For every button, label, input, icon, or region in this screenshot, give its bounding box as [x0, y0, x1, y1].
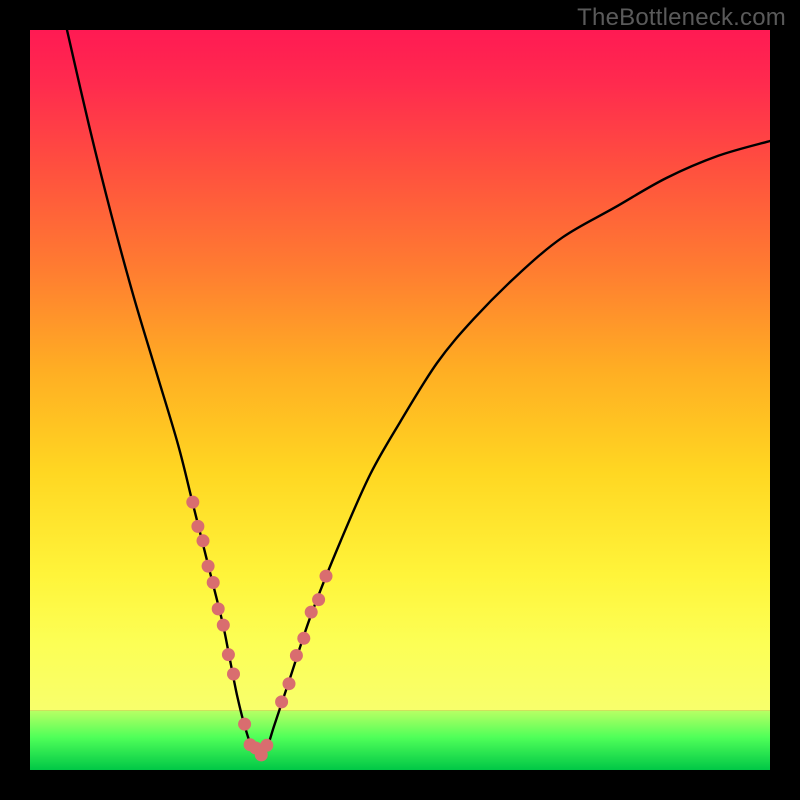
curve-dot — [207, 576, 220, 589]
curve-dot — [305, 606, 318, 619]
curve-dot — [312, 593, 325, 606]
curve-dot — [186, 496, 199, 509]
curve-dot — [217, 619, 230, 632]
curve-dot — [320, 570, 333, 583]
curve-dot — [212, 602, 225, 615]
green-fit-band — [30, 711, 770, 770]
heat-gradient — [30, 30, 770, 711]
curve-dot — [227, 668, 240, 681]
curve-dot — [260, 739, 273, 752]
watermark-text: TheBottleneck.com — [577, 4, 786, 32]
curve-dot — [283, 677, 296, 690]
curve-dot — [238, 718, 251, 731]
bottleneck-chart — [30, 30, 770, 770]
curve-dot — [202, 560, 215, 573]
curve-dot — [297, 632, 310, 645]
curve-dot — [191, 520, 204, 533]
curve-dot — [290, 649, 303, 662]
chart-container — [30, 30, 770, 770]
curve-dot — [275, 695, 288, 708]
outer-frame: TheBottleneck.com — [0, 0, 800, 800]
curve-dot — [197, 534, 210, 547]
curve-dot — [222, 648, 235, 661]
